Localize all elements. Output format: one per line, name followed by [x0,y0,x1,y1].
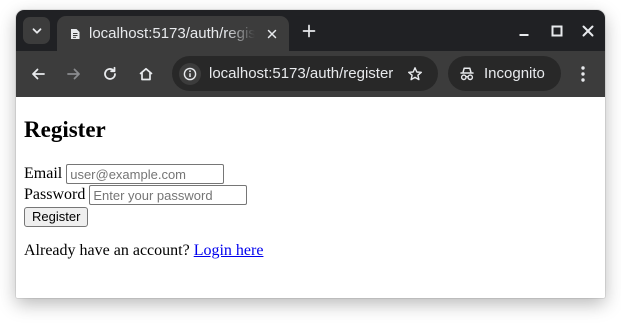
page-favicon [71,29,80,39]
site-info-button[interactable] [179,63,201,85]
minimize-icon [519,34,529,36]
bookmark-button[interactable] [404,63,426,85]
password-row: Password [24,185,248,205]
close-icon [267,29,277,39]
maximize-button[interactable] [546,20,568,42]
reload-icon [104,66,116,80]
new-tab-button[interactable] [298,20,320,42]
reload-button[interactable] [96,60,124,88]
address-bar[interactable]: localhost:5173/auth/register [172,56,438,91]
tab-active[interactable]: localhost:5173/auth/register [57,16,289,51]
forward-arrow-icon [67,68,80,80]
maximize-icon [551,25,563,37]
login-prompt-line: Already have an account? Login here [24,242,263,260]
home-button[interactable] [132,60,160,88]
incognito-label: Incognito [484,65,545,82]
email-field[interactable] [66,164,225,184]
star-icon [408,67,422,81]
home-icon [139,67,153,81]
kebab-menu-icon [581,66,585,82]
password-label: Password [24,186,86,203]
info-icon [183,67,197,81]
browser-window: localhost:5173/auth/register localhost:5… [16,10,605,298]
minimize-button[interactable] [513,20,535,42]
email-row: Email [24,164,225,184]
tab-search-button[interactable] [23,17,50,44]
plus-icon [302,24,316,38]
incognito-icon [460,67,474,81]
tab-title: localhost:5173/auth/register [89,25,255,42]
tab-close-button[interactable] [263,25,281,43]
login-prompt-text: Already have an account? [24,242,190,259]
browser-menu-button[interactable] [572,60,594,88]
back-arrow-icon [32,68,45,80]
close-icon [582,25,594,37]
email-label: Email [24,165,63,182]
login-link[interactable]: Login here [194,242,264,259]
browser-toolbar: localhost:5173/auth/register Incognito [16,51,605,97]
tab-strip: localhost:5173/auth/register [16,10,605,51]
url-text: localhost:5173/auth/register [209,65,394,82]
password-field[interactable] [89,185,248,205]
incognito-badge[interactable]: Incognito [448,56,561,91]
forward-button[interactable] [60,60,88,88]
page-title: Register [24,117,106,142]
back-button[interactable] [24,60,52,88]
register-button[interactable]: Register [24,207,89,227]
chevron-down-icon [32,27,41,34]
close-window-button[interactable] [577,20,599,42]
page-content: Register Email Password Register Already… [16,97,605,298]
